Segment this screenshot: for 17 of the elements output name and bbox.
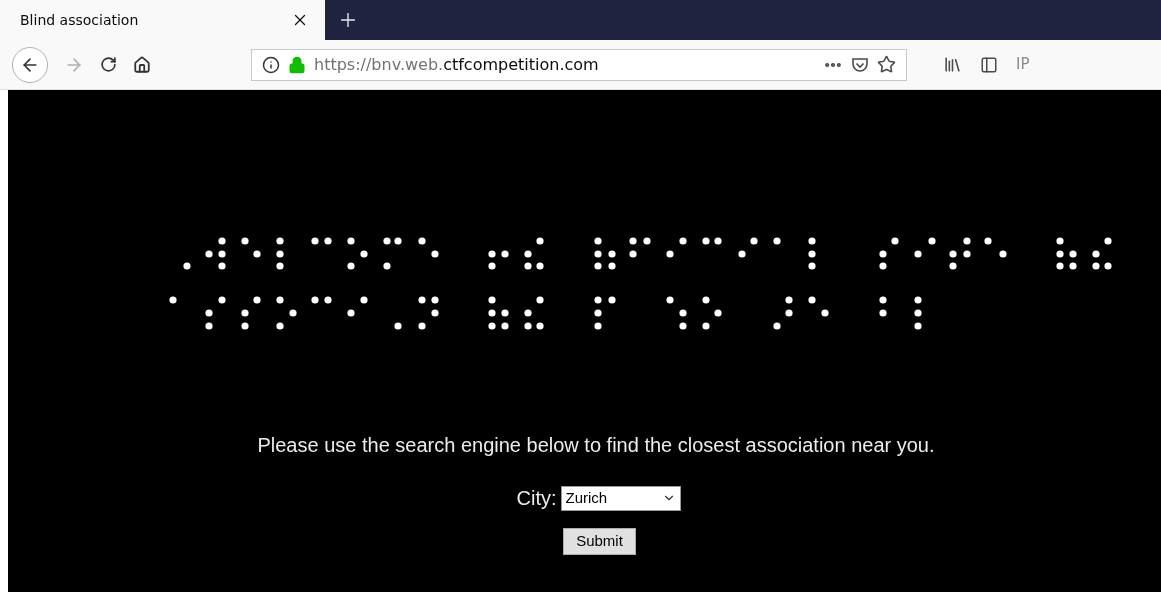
tab-title: Blind association [20, 10, 140, 30]
browser-tab[interactable]: Blind association [0, 0, 325, 40]
pocket-icon[interactable] [851, 55, 869, 74]
star-icon[interactable] [877, 55, 896, 74]
city-select[interactable]: Zurich [560, 485, 681, 511]
back-button[interactable] [12, 46, 48, 83]
city-label: City: [516, 486, 557, 511]
intro-text: Please use the search engine below to find the closest association near you. [257, 433, 935, 458]
url-text: https://bnv.web.ctfcompetition.com [314, 53, 600, 76]
library-icon[interactable] [943, 55, 962, 74]
sidebar-icon[interactable] [980, 55, 998, 74]
submit-button[interactable]: Submit [563, 528, 636, 555]
home-icon[interactable] [133, 55, 151, 74]
address-bar[interactable]: https://bnv.web.ctfcompetition.com [251, 48, 907, 81]
reload-icon[interactable] [100, 56, 117, 73]
lock-icon[interactable] [288, 55, 306, 74]
info-icon[interactable] [262, 55, 280, 74]
